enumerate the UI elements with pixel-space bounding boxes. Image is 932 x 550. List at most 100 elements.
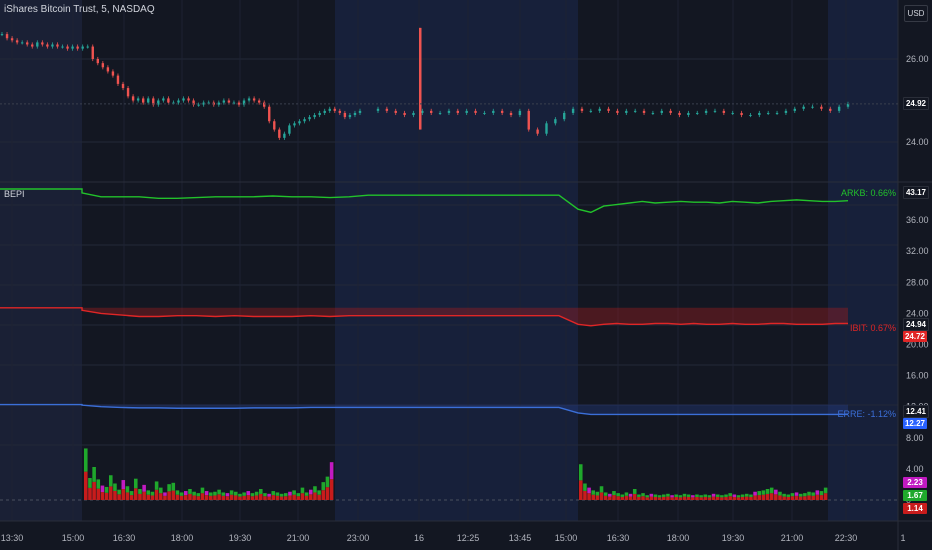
histogram-bar-red (707, 497, 712, 500)
price-candle (56, 44, 59, 47)
histogram-bar-cap (204, 491, 209, 496)
price-candle (288, 125, 291, 134)
histogram-bar-red (100, 492, 105, 500)
price-candle (111, 71, 115, 76)
histogram-bar-red (259, 493, 263, 500)
histogram-bar-red (595, 495, 600, 500)
price-candle (31, 44, 34, 47)
price-candle (403, 112, 406, 116)
histogram-bar-cap (670, 495, 674, 498)
histogram-bar-cap (142, 484, 146, 492)
price-candle (607, 108, 610, 111)
price-candle (71, 46, 74, 49)
histogram-bar-cap (745, 493, 749, 497)
price-candle (227, 100, 231, 103)
price-candle (187, 98, 190, 101)
histogram-bar-cap (782, 493, 786, 497)
histogram-bar-red (657, 497, 662, 500)
histogram-bar-cap (587, 487, 591, 494)
histogram-bar-cap (284, 493, 288, 497)
histogram-bar-cap (815, 490, 820, 495)
histogram-bar-cap (313, 486, 317, 493)
histogram-bar-red (765, 493, 770, 500)
x-tick: 19:30 (229, 533, 252, 543)
histogram-bar-red (250, 496, 255, 500)
price-candle (51, 44, 54, 47)
histogram-bar-cap (691, 495, 695, 498)
histogram-bar-red (691, 497, 695, 500)
price-candle (162, 98, 165, 101)
histogram-bar-cap (213, 491, 217, 496)
price-candle (837, 106, 841, 111)
histogram-bar-cap (778, 491, 782, 496)
price-candle (660, 110, 663, 113)
histogram-bar-red (749, 496, 753, 500)
histogram-bar-red (184, 495, 188, 500)
histogram-bar-red (724, 496, 728, 500)
price-spike-body (419, 27, 422, 130)
price-candle (766, 112, 770, 114)
histogram-bar-red (616, 496, 620, 500)
histogram-bar-red (782, 496, 786, 500)
price-candle (126, 88, 130, 97)
price-candle (713, 110, 717, 112)
price-candle (704, 110, 708, 113)
price-candle (46, 44, 49, 47)
price-candle (669, 110, 672, 113)
histogram-bar-red (296, 496, 301, 500)
price-candle (483, 112, 486, 114)
price-candle (500, 110, 504, 113)
currency-button[interactable]: USD (904, 5, 928, 22)
bepi-y-tick: 8.00 (906, 433, 924, 443)
histogram-bar-cap (603, 492, 608, 496)
chart-canvas[interactable]: 26.0024.0036.0032.0028.0024.0020.0016.00… (0, 0, 932, 550)
price-candle (536, 129, 539, 134)
histogram-bar-red (819, 495, 824, 500)
price-candle (323, 110, 326, 113)
price-candle (81, 46, 84, 49)
histogram-bar-red (159, 493, 163, 500)
histogram-bar-cap (159, 487, 163, 494)
histogram-bar-red (603, 495, 608, 500)
price-candle (197, 104, 200, 106)
price-candle (749, 115, 752, 117)
price-candle (633, 110, 637, 112)
price-candle (116, 75, 120, 84)
histogram-bar-cap (753, 491, 757, 496)
price-candle (438, 112, 442, 114)
x-tick: 21:00 (287, 533, 310, 543)
histogram-bar-cap (171, 482, 176, 491)
price-candle (136, 98, 140, 101)
histogram-bar-cap (200, 487, 205, 494)
histogram-bar-red (238, 496, 242, 500)
price-candle (802, 106, 805, 109)
histogram-bar-red (263, 496, 267, 500)
price-candle (722, 110, 726, 113)
bepi-y-tick: 24.00 (906, 308, 929, 318)
histogram-bar-red (778, 495, 782, 500)
histogram-bar-cap (707, 495, 712, 498)
histogram-bar-red (329, 479, 334, 500)
x-tick: 23:00 (347, 533, 370, 543)
histogram-bar-red (88, 487, 92, 500)
histogram-bar-red (620, 496, 625, 500)
price-candle (141, 98, 145, 103)
histogram-bar-cap (288, 491, 292, 496)
x-tick: 18:00 (171, 533, 194, 543)
histogram-bar-cap (234, 491, 238, 496)
price-candle (775, 112, 779, 114)
last-price-tag: 24.92 (903, 97, 929, 110)
price-y-tick: 26.00 (906, 54, 929, 64)
histogram-bar-red (84, 471, 88, 500)
histogram-bar-cap (196, 493, 201, 497)
histogram-bar-red (117, 494, 121, 500)
histogram-bar-cap (209, 492, 213, 496)
histogram-bar-cap (188, 489, 192, 494)
price-candle (252, 98, 256, 101)
x-tick: 13:45 (509, 533, 532, 543)
price-candle (580, 108, 584, 111)
histogram-bar-cap (96, 479, 101, 489)
histogram-bar-cap (271, 491, 276, 496)
histogram-bar-cap (807, 491, 811, 496)
x-tick: 21:00 (781, 533, 804, 543)
